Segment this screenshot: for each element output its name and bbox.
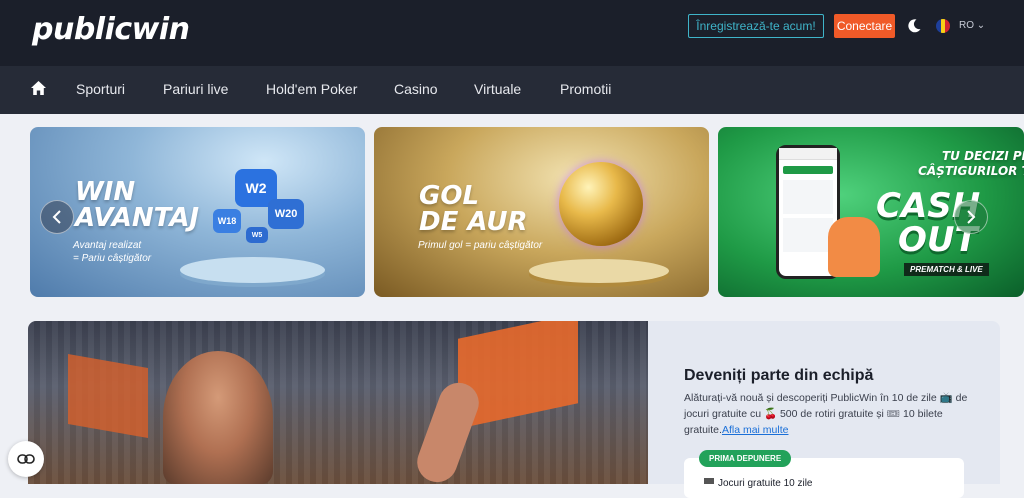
golden-ball-image	[559, 162, 643, 246]
tv-icon: 📺	[939, 392, 953, 404]
banner-title-line1: TU DECIZI PLATA	[941, 149, 1024, 163]
language-label: RO	[959, 20, 974, 31]
nav-item-casino[interactable]: Casino	[394, 81, 438, 97]
banner-tag: PREMATCH & LIVE	[904, 263, 989, 276]
nav-item-sporturi[interactable]: Sporturi	[76, 81, 125, 97]
promo-panel: Deveniți parte din echipă Alăturați-vă n…	[648, 321, 1000, 498]
nav-item-virtuale[interactable]: Virtuale	[474, 81, 521, 97]
banner-title-line1: WIN	[75, 177, 136, 207]
promo-text-part1: Alăturați-vă nouă și descoperiți PublicW…	[684, 392, 937, 404]
first-deposit-badge: PRIMA DEPUNERE	[699, 450, 792, 467]
gift-icon	[704, 478, 714, 484]
language-selector[interactable]: RO ⌄	[959, 20, 985, 31]
promo-text: Alăturați-vă nouă și descoperiți PublicW…	[684, 390, 984, 438]
banner-title-line2: AVANTAJ	[75, 203, 200, 233]
banner-subtitle: Primul gol = pariu câștigător	[418, 240, 543, 251]
fan-figure	[163, 351, 273, 484]
chip-w5: W5	[246, 227, 268, 243]
banner-subtitle-line1: Avantaj realizat	[73, 240, 142, 251]
flag-shape	[68, 353, 148, 439]
flag-icon[interactable]	[936, 19, 950, 33]
carousel-prev-button[interactable]	[40, 200, 74, 234]
promo-image	[28, 321, 648, 484]
banner-gol-de-aur[interactable]: GOL DE AUR Primul gol = pariu câștigător	[374, 127, 709, 297]
chevron-down-icon: ⌄	[976, 20, 986, 31]
logo[interactable]: publicwin	[32, 12, 190, 47]
chevron-right-icon	[967, 210, 976, 224]
pedestal	[529, 259, 669, 283]
login-button[interactable]: Conectare	[834, 14, 895, 38]
nav-item-pariuri-live[interactable]: Pariuri live	[163, 81, 228, 97]
banner-win-avantaj[interactable]: WIN AVANTAJ Avantaj realizat = Pariu câș…	[30, 127, 365, 297]
promo-text-part3: 500 de rotiri gratuite și	[779, 408, 884, 420]
home-icon[interactable]	[30, 80, 47, 96]
banner-subtitle-line2: = Pariu câștigător	[73, 253, 152, 264]
main-nav: Sporturi Pariuri live Hold'em Poker Casi…	[0, 66, 1024, 114]
ticket-icon: 🎟	[886, 408, 901, 420]
cookie-settings-button[interactable]	[8, 441, 44, 477]
chip-w18: W18	[213, 209, 241, 233]
pedestal	[180, 257, 325, 283]
top-header: publicwin Înregistrează-te acum! Conecta…	[0, 0, 1024, 66]
chip-w20: W20	[268, 199, 304, 229]
banner-title-line2: DE AUR	[419, 207, 528, 237]
carousel-next-button[interactable]	[954, 200, 988, 234]
promo-title: Deveniți parte din echipă	[684, 367, 874, 384]
banner-title-line1: GOL	[419, 181, 480, 211]
nav-item-promotii[interactable]: Promotii	[560, 81, 611, 97]
link-icon	[17, 454, 35, 464]
banner-title-line2: CÂȘTIGURILOR TALE	[918, 164, 1024, 178]
register-button[interactable]: Înregistrează-te acum!	[688, 14, 824, 38]
chevron-left-icon	[52, 210, 61, 224]
hand-image	[828, 217, 880, 277]
nav-item-holdem-poker[interactable]: Hold'em Poker	[266, 81, 357, 97]
cherry-icon: 🍒	[763, 408, 778, 420]
moon-icon[interactable]	[906, 18, 922, 34]
learn-more-link[interactable]: Afla mai multe	[722, 424, 789, 436]
